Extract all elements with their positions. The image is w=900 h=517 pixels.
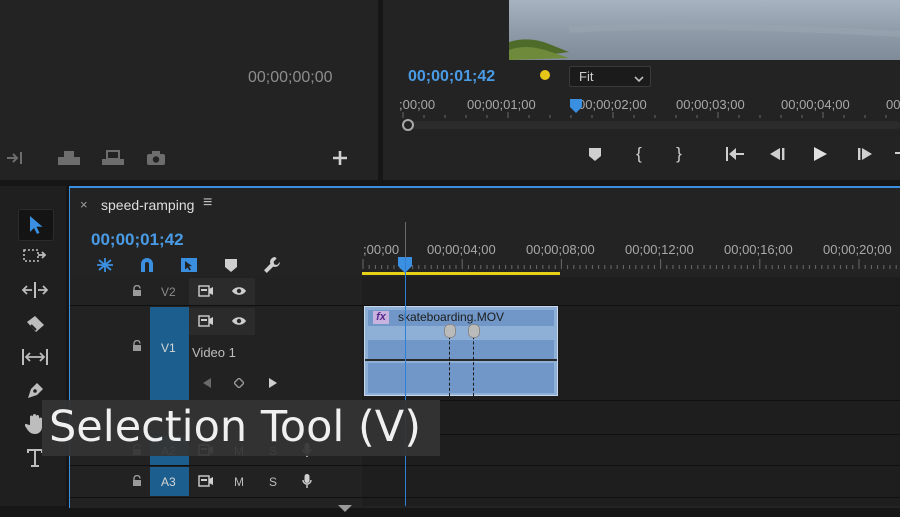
scroll-handle-icon[interactable] [402,119,414,131]
clip-band [368,340,554,360]
track-label-v1[interactable]: V1 [161,341,176,355]
go-to-in-icon[interactable] [723,145,747,163]
go-to-out-icon[interactable] [895,152,900,154]
wrench-icon[interactable] [262,256,282,274]
clip-name: skateboarding.MOV [398,310,505,324]
timeline-ruler-ticks [362,259,897,269]
program-scrollbar[interactable] [409,121,900,129]
clip-band [368,363,554,393]
eye-icon[interactable] [229,282,249,300]
work-area-bar[interactable] [362,272,560,275]
microphone-icon[interactable] [299,472,315,490]
ripple-edit-icon [22,282,48,298]
track-select-icon [23,249,47,262]
timeline-ruler-label: ;00;00 [363,242,400,257]
program-ruler-ticks [402,112,887,118]
insert-icon[interactable] [4,148,26,168]
sequence-tab-title[interactable]: speed-ramping [101,197,194,213]
ripple-edit-tool-button[interactable] [18,275,52,305]
program-ruler-label: 00 [886,97,900,112]
close-tab-icon[interactable]: × [80,197,88,212]
program-ruler-label: 00;00;01;00 [467,97,536,112]
speed-keyframe-handle[interactable] [444,324,456,338]
lock-icon[interactable] [130,338,144,354]
solo-button-a3[interactable]: S [269,475,277,489]
add-marker-timeline-icon[interactable] [222,257,240,273]
nest-toggle-icon[interactable] [95,256,115,274]
program-ruler-label: 00;00;03;00 [676,97,745,112]
step-back-icon[interactable] [767,145,787,163]
program-ruler-label: 00;00;04;00 [781,97,850,112]
video-clip[interactable]: fx skateboarding.MOV [364,306,558,396]
timeline-ruler-label: 00;00;04;00 [427,242,496,257]
pen-icon [28,383,43,398]
play-icon[interactable] [810,144,830,164]
sync-lock-icon[interactable] [196,472,216,490]
timeline-ruler-label: 00;00;20;00 [823,242,892,257]
track-divider [70,465,900,466]
marker-dot-icon [540,70,550,80]
playhead-line-top [405,222,406,258]
timeline-ruler-label: 00;00;12;00 [625,242,694,257]
scroll-end-icon[interactable] [338,499,352,517]
program-timecode[interactable]: 00;00;01;42 [408,68,495,86]
sync-lock-icon[interactable] [196,282,216,300]
tooltip-text: Selection Tool (V) [49,402,421,452]
slip-tool-button[interactable] [18,342,52,372]
fx-badge[interactable]: fx [373,311,389,324]
timeline-ruler-label: 00;00;16;00 [724,242,793,257]
program-playhead-icon[interactable] [570,99,582,118]
arrow-cursor-icon [30,216,43,234]
program-video-frame [509,0,900,60]
lock-icon[interactable] [130,283,144,299]
snap-magnet-icon[interactable] [137,256,157,274]
panel-menu-icon[interactable]: ≡ [203,194,212,212]
sync-lock-icon[interactable] [196,312,216,330]
program-monitor-panel: 00;00;01;42 Fit ;00;00 00;00;01;00 00;00… [383,0,900,180]
eye-icon[interactable] [229,312,249,330]
camera-icon[interactable] [145,148,167,168]
add-keyframe-icon[interactable] [232,376,246,390]
next-keyframe-icon[interactable] [266,376,280,390]
program-ruler-label: 00;00;02;00 [578,97,647,112]
razor-icon [27,316,44,332]
playhead-line [405,222,406,506]
source-timecode[interactable]: 00;00;00;00 [248,69,333,87]
track-name-v1: Video 1 [192,345,236,360]
track-label-a3[interactable]: A3 [161,475,176,489]
chevron-down-icon [634,70,644,88]
track-select-tool-button[interactable] [18,241,52,271]
prev-keyframe-icon[interactable] [200,376,214,390]
source-monitor-panel: 00;00;00;00 [0,0,378,180]
slip-icon [22,349,48,365]
timeline-ruler-label: 00;00;08;00 [526,242,595,257]
add-button-icon[interactable] [330,147,350,169]
mute-button-a3[interactable]: M [234,475,244,489]
fit-select-value: Fit [579,69,594,84]
razor-tool-button[interactable] [18,309,52,339]
track-label-v2[interactable]: V2 [161,285,176,299]
selection-tool-button[interactable] [18,209,54,241]
mark-in-icon[interactable]: { [631,144,647,164]
timeline-timecode[interactable]: 00;00;01;42 [91,230,184,250]
overwrite-icon[interactable] [56,148,82,168]
lock-icon[interactable] [130,473,144,489]
add-marker-icon[interactable] [586,145,604,163]
program-ruler-label: ;00;00 [399,97,436,112]
step-forward-icon[interactable] [855,145,875,163]
mark-out-icon[interactable]: } [671,144,687,164]
fit-select[interactable]: Fit [569,66,651,87]
tooltip: Selection Tool (V) [42,400,440,456]
rubber-band-line[interactable] [365,359,557,361]
linked-selection-icon[interactable] [179,256,199,274]
export-frame-icon[interactable] [100,148,126,168]
track-divider [70,497,900,498]
speed-keyframe-handle[interactable] [468,324,480,338]
